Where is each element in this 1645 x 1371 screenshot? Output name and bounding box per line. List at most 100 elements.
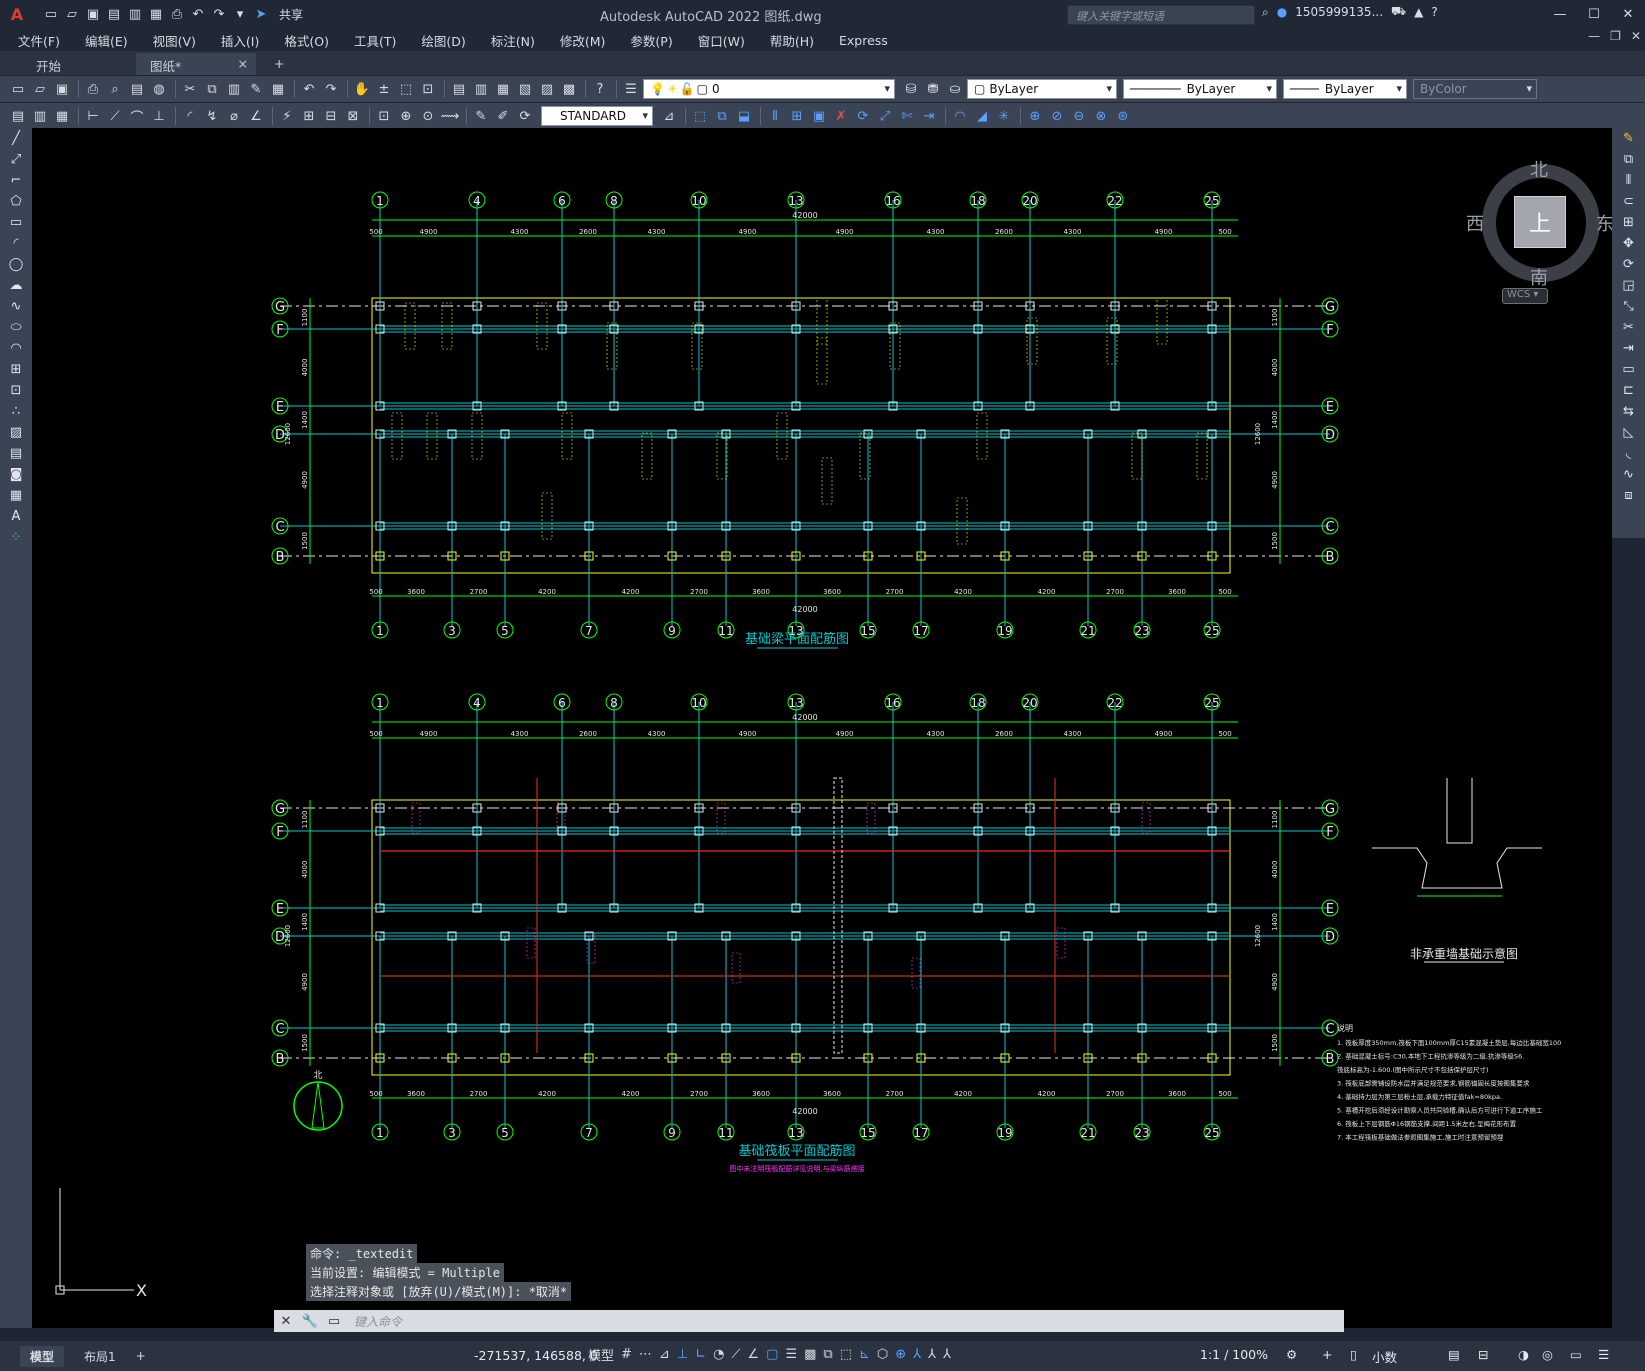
copy-icon[interactable]: ⧉ bbox=[202, 79, 222, 99]
add-layout-button[interactable]: + bbox=[126, 1347, 156, 1365]
fillet-icon[interactable]: ◟ bbox=[1612, 443, 1645, 464]
properties-icon[interactable]: ▤ bbox=[449, 79, 469, 99]
layer-unisolate-icon[interactable]: ▦ bbox=[52, 106, 72, 126]
object-snap-icon[interactable]: ▢ bbox=[766, 1347, 778, 1362]
tab-layout1[interactable]: 布局1 bbox=[74, 1346, 126, 1367]
minimize-icon[interactable]: — bbox=[1543, 0, 1577, 29]
add-selected-icon[interactable]: ⁘ bbox=[0, 527, 32, 548]
lock-icon[interactable]: 🔓 bbox=[680, 82, 695, 96]
break-at-point-icon[interactable]: ▭ bbox=[1612, 359, 1645, 380]
mtext-icon[interactable]: A bbox=[0, 506, 32, 527]
dim-radius-icon[interactable]: ◜ bbox=[180, 106, 200, 126]
center-mark-icon[interactable]: ⊕ bbox=[396, 106, 416, 126]
annotation-visibility-icon[interactable]: ⅄ bbox=[913, 1347, 921, 1362]
dim-baseline-icon[interactable]: ⊞ bbox=[299, 106, 319, 126]
ellipse-arc-icon[interactable]: ◠ bbox=[0, 338, 32, 359]
text-style-combo[interactable]: STANDARD bbox=[541, 106, 653, 126]
tolerance-icon[interactable]: ⊡ bbox=[374, 106, 394, 126]
viewcube[interactable]: 上 北 南 西 东 bbox=[1466, 156, 1612, 306]
polar-icon[interactable]: ◔ bbox=[713, 1347, 724, 1362]
rectangle-icon[interactable]: ▭ bbox=[0, 212, 32, 233]
ellipse-icon[interactable]: ⬭ bbox=[0, 317, 32, 338]
lengthen-icon[interactable]: ⊖ bbox=[1069, 106, 1089, 126]
sheetset-icon[interactable]: ▧ bbox=[515, 79, 535, 99]
undo-icon[interactable]: ↶ bbox=[189, 6, 207, 24]
drawing-canvas[interactable]: G G F F E E D D C C B B 1 4 6 8 10 13 16 18 20 22 25 1 3 5 7 9 11 13 1… bbox=[32, 128, 1612, 1328]
blend-icon[interactable]: ∿ bbox=[1612, 464, 1645, 485]
join-icon[interactable]: ⇆ bbox=[1612, 401, 1645, 422]
gizmo-icon[interactable]: ⊕ bbox=[895, 1347, 906, 1362]
maximize-icon[interactable]: ☐ bbox=[1577, 0, 1611, 29]
viewcube-east[interactable]: 东 bbox=[1596, 210, 1612, 236]
open-icon[interactable]: ▱ bbox=[63, 6, 81, 24]
arc-icon[interactable]: ◜ bbox=[0, 233, 32, 254]
scale-icon[interactable]: ⤢ bbox=[875, 106, 895, 126]
share-label[interactable]: 共享 bbox=[279, 6, 303, 23]
extend-icon[interactable]: ⇥ bbox=[919, 106, 939, 126]
dim-text-edit-icon[interactable]: ✐ bbox=[493, 106, 513, 126]
annotation-monitor-icon[interactable]: + bbox=[1322, 1347, 1332, 1362]
layer-previous-icon[interactable]: ⛃ bbox=[923, 79, 943, 99]
help-icon[interactable]: ? bbox=[590, 79, 610, 99]
menu-insert[interactable]: 插入(I) bbox=[221, 31, 259, 50]
plot-icon[interactable]: ⎙ bbox=[168, 6, 186, 24]
workspace-gear-icon[interactable]: ⚙ bbox=[1286, 1347, 1297, 1362]
copy-object-icon[interactable]: ⧉ bbox=[712, 106, 732, 126]
quick-dim-icon[interactable]: ⚡ bbox=[277, 106, 297, 126]
open-icon[interactable]: ▱ bbox=[30, 79, 50, 99]
viewcube-west[interactable]: 西 bbox=[1466, 210, 1484, 236]
explode-icon[interactable]: ✳ bbox=[994, 106, 1014, 126]
menu-format[interactable]: 格式(O) bbox=[284, 31, 329, 50]
ortho-icon[interactable]: ∟ bbox=[695, 1347, 706, 1362]
user-icon[interactable]: ● bbox=[1277, 5, 1287, 19]
copy-icon[interactable]: ⧉ bbox=[1612, 149, 1645, 170]
cart-icon[interactable]: ⛟ bbox=[1391, 4, 1406, 20]
paste-icon[interactable]: ▥ bbox=[224, 79, 244, 99]
stretch-icon[interactable]: ⬓ bbox=[734, 106, 754, 126]
construction-line-icon[interactable]: ⤢ bbox=[0, 149, 32, 170]
linetype-combo[interactable]: ─────── ByLayer bbox=[1123, 79, 1277, 99]
clean-screen-icon[interactable]: ▭ bbox=[1570, 1347, 1582, 1362]
polyline-icon[interactable]: ⌐ bbox=[0, 170, 32, 191]
layer-state-icon[interactable]: ⛀ bbox=[945, 79, 965, 99]
dim-space-icon[interactable]: ⊠ bbox=[343, 106, 363, 126]
grid-icon[interactable]: # bbox=[621, 1347, 632, 1362]
gradient-icon[interactable]: ▤ bbox=[0, 443, 32, 464]
polygon-icon[interactable]: ⬠ bbox=[0, 191, 32, 212]
trim-icon[interactable]: ✄ bbox=[897, 106, 917, 126]
pedit-icon[interactable]: ⊗ bbox=[1091, 106, 1111, 126]
dim-aligned-icon[interactable]: ⟋ bbox=[105, 106, 125, 126]
scale-icon[interactable]: ◲ bbox=[1612, 275, 1645, 296]
wcs-menu[interactable]: WCS ▾ bbox=[1502, 288, 1548, 304]
3d-osnap-icon[interactable]: ⬚ bbox=[840, 1347, 852, 1362]
menu-help[interactable]: 帮助(H) bbox=[770, 31, 814, 50]
dim-ordinate-icon[interactable]: ⊥ bbox=[149, 106, 169, 126]
close-icon[interactable]: ✕ bbox=[1611, 0, 1645, 29]
menu-tools[interactable]: 工具(T) bbox=[354, 31, 396, 50]
lock-ui-icon[interactable]: ⊟ bbox=[1478, 1347, 1488, 1362]
hardware-accel-icon[interactable]: ◎ bbox=[1542, 1347, 1553, 1362]
erase-icon[interactable]: ✗ bbox=[831, 106, 851, 126]
dynamic-input-icon[interactable]: ⊥ bbox=[677, 1347, 688, 1362]
dim-continue-icon[interactable]: ⊟ bbox=[321, 106, 341, 126]
dim-diameter-icon[interactable]: ⌀ bbox=[224, 106, 244, 126]
user-name[interactable]: 1505999135... bbox=[1295, 5, 1383, 19]
menu-view[interactable]: 视图(V) bbox=[153, 31, 196, 50]
doc-restore-icon[interactable]: ❐ bbox=[1610, 29, 1621, 43]
doc-minimize-icon[interactable]: — bbox=[1588, 29, 1600, 43]
menu-file[interactable]: 文件(F) bbox=[18, 31, 60, 50]
sun-icon[interactable]: ☀ bbox=[667, 82, 678, 96]
dim-jogged-icon[interactable]: ↯ bbox=[202, 106, 222, 126]
revcloud-icon[interactable]: ☁ bbox=[0, 275, 32, 296]
extend-icon[interactable]: ⇥ bbox=[1612, 338, 1645, 359]
isodraft-icon[interactable]: ⟋ bbox=[731, 1347, 740, 1362]
layer-walk-icon[interactable]: ▤ bbox=[8, 106, 28, 126]
spline-icon[interactable]: ∿ bbox=[0, 296, 32, 317]
infer-icon[interactable]: ⊿ bbox=[659, 1347, 670, 1362]
break-icon[interactable]: ⊏ bbox=[1612, 380, 1645, 401]
viewcube-north[interactable]: 北 bbox=[1530, 156, 1548, 182]
point-icon[interactable]: ∴ bbox=[0, 401, 32, 422]
menu-window[interactable]: 窗口(W) bbox=[698, 31, 745, 50]
new-tab-button[interactable]: + bbox=[260, 53, 298, 75]
zoom-realtime-icon[interactable]: ± bbox=[374, 79, 394, 99]
